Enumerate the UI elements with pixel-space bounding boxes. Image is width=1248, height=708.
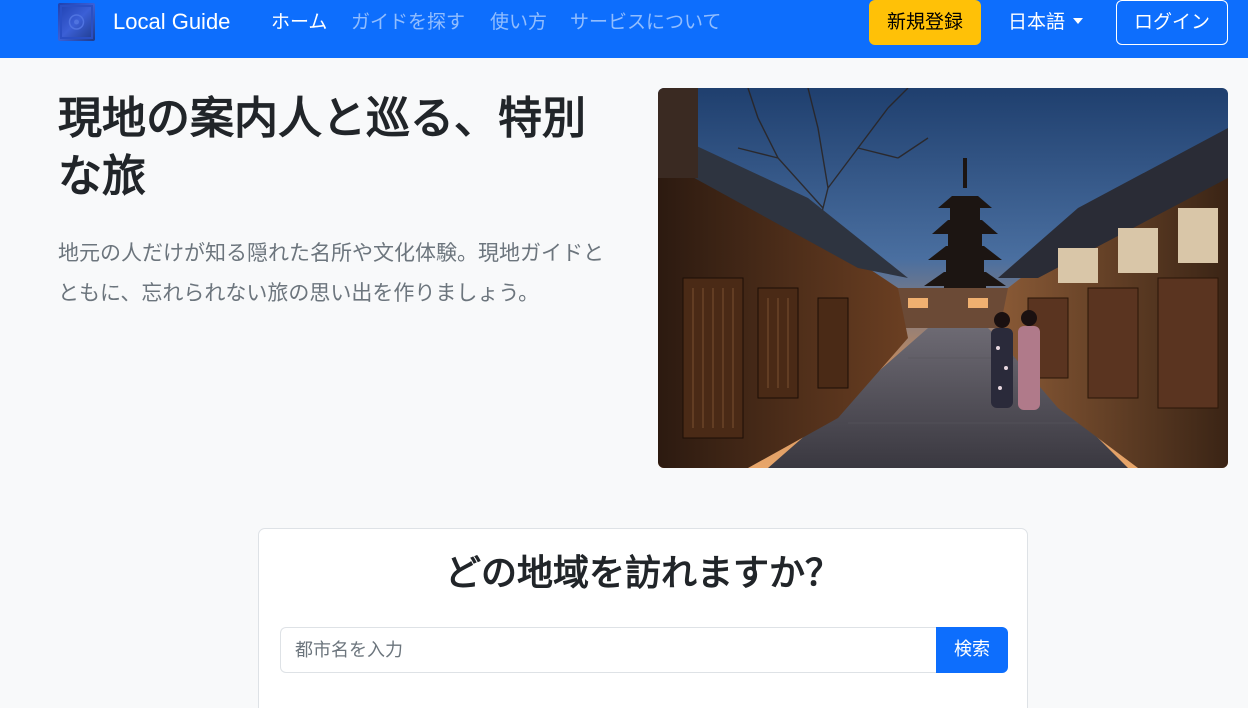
search-heading: どの地域を訪れますか？: [444, 553, 841, 594]
nav-link-how-to[interactable]: 使い方: [490, 8, 547, 36]
login-button[interactable]: ログイン: [1116, 0, 1228, 45]
nav-link-home[interactable]: ホーム: [271, 8, 327, 36]
nav-link-find-guides[interactable]: ガイドを探す: [351, 8, 465, 36]
hero-title: 現地の案内人と巡る、特別な旅: [58, 93, 586, 202]
city-search-input[interactable]: [280, 627, 936, 673]
hero-lead: 地元の人だけが知る隠れた名所や文化体験。現地ガイドとともに、忘れられない旅の思い…: [58, 241, 604, 305]
caret-down-icon: [1073, 18, 1084, 24]
brand-name[interactable]: Local Guide: [113, 8, 230, 36]
brand-logo-icon[interactable]: [58, 3, 95, 41]
hero-image: [658, 88, 1228, 468]
language-dropdown[interactable]: 日本語: [1008, 8, 1084, 36]
kyoto-street-photo-icon: [658, 88, 1228, 468]
navbar: Local Guide ホーム ガイドを探す 使い方 サービスについて 新規登録…: [0, 0, 1248, 58]
signup-button[interactable]: 新規登録: [869, 0, 981, 45]
language-label: 日本語: [1008, 11, 1066, 33]
nav-link-about[interactable]: サービスについて: [570, 8, 721, 36]
search-card: どの地域を訪れますか？ 検索: [258, 528, 1028, 708]
search-button[interactable]: 検索: [936, 627, 1008, 673]
